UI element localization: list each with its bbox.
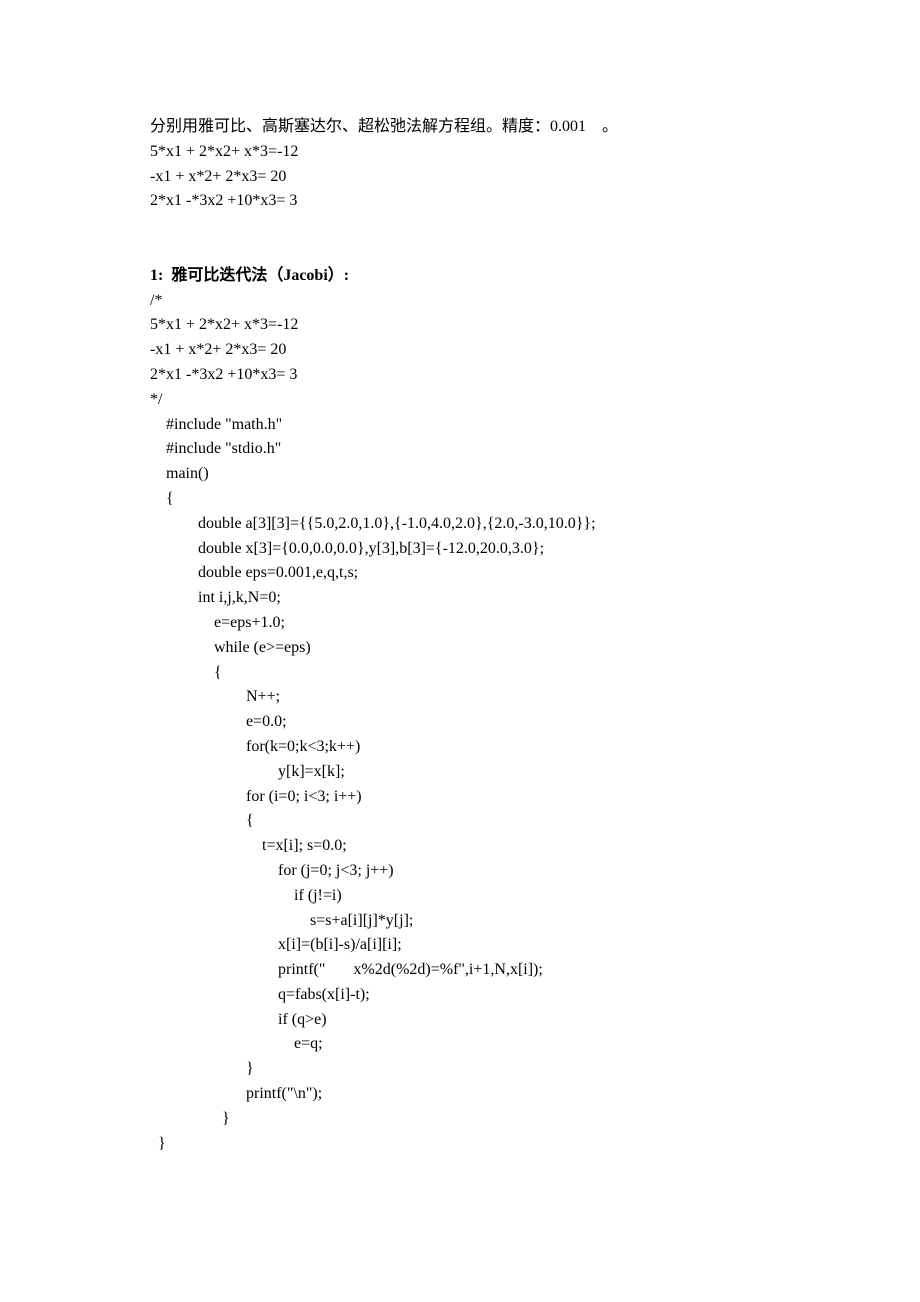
- code-line: 2*x1 -*3x2 +10*x3= 3: [150, 363, 830, 388]
- code-line: q=fabs(x[i]-t);: [150, 983, 830, 1008]
- section-1-title: 1: 雅可比迭代法（Jacobi）:: [150, 264, 830, 289]
- code-line: main(): [150, 462, 830, 487]
- code-line: x[i]=(b[i]-s)/a[i][i];: [150, 933, 830, 958]
- code-line: for (i=0; i<3; i++): [150, 785, 830, 810]
- document-page: 分别用雅可比、高斯塞达尔、超松弛法解方程组。精度：0.001 。 5*x1 + …: [0, 0, 920, 1246]
- code-line: printf(" x%2d(%2d)=%f",i+1,N,x[i]);: [150, 958, 830, 983]
- intro-line-4: 2*x1 -*3x2 +10*x3= 3: [150, 189, 830, 214]
- code-line: t=x[i]; s=0.0;: [150, 834, 830, 859]
- intro-line-1: 分别用雅可比、高斯塞达尔、超松弛法解方程组。精度：0.001 。: [150, 115, 830, 140]
- code-line: if (j!=i): [150, 884, 830, 909]
- code-line: double x[3]={0.0,0.0,0.0},y[3],b[3]={-12…: [150, 537, 830, 562]
- code-line: {: [150, 809, 830, 834]
- intro-line-2: 5*x1 + 2*x2+ x*3=-12: [150, 140, 830, 165]
- code-line: }: [150, 1057, 830, 1082]
- code-line: #include "math.h": [150, 413, 830, 438]
- code-line: y[k]=x[k];: [150, 760, 830, 785]
- code-line: -x1 + x*2+ 2*x3= 20: [150, 338, 830, 363]
- code-line: double a[3][3]={{5.0,2.0,1.0},{-1.0,4.0,…: [150, 512, 830, 537]
- code-line: /*: [150, 289, 830, 314]
- code-line: }: [150, 1132, 830, 1157]
- code-line: 5*x1 + 2*x2+ x*3=-12: [150, 313, 830, 338]
- code-line: e=0.0;: [150, 710, 830, 735]
- code-line: double eps=0.001,e,q,t,s;: [150, 561, 830, 586]
- code-line: if (q>e): [150, 1008, 830, 1033]
- code-line: e=q;: [150, 1032, 830, 1057]
- intro-line-3: -x1 + x*2+ 2*x3= 20: [150, 165, 830, 190]
- code-line: N++;: [150, 685, 830, 710]
- code-line: }: [150, 1107, 830, 1132]
- code-line: s=s+a[i][j]*y[j];: [150, 909, 830, 934]
- code-line: for (j=0; j<3; j++): [150, 859, 830, 884]
- code-line: #include "stdio.h": [150, 437, 830, 462]
- code-line: {: [150, 487, 830, 512]
- code-line: for(k=0;k<3;k++): [150, 735, 830, 760]
- code-line: while (e>=eps): [150, 636, 830, 661]
- code-line: {: [150, 661, 830, 686]
- code-line: e=eps+1.0;: [150, 611, 830, 636]
- code-line: printf("\n");: [150, 1082, 830, 1107]
- code-line: */: [150, 388, 830, 413]
- code-line: int i,j,k,N=0;: [150, 586, 830, 611]
